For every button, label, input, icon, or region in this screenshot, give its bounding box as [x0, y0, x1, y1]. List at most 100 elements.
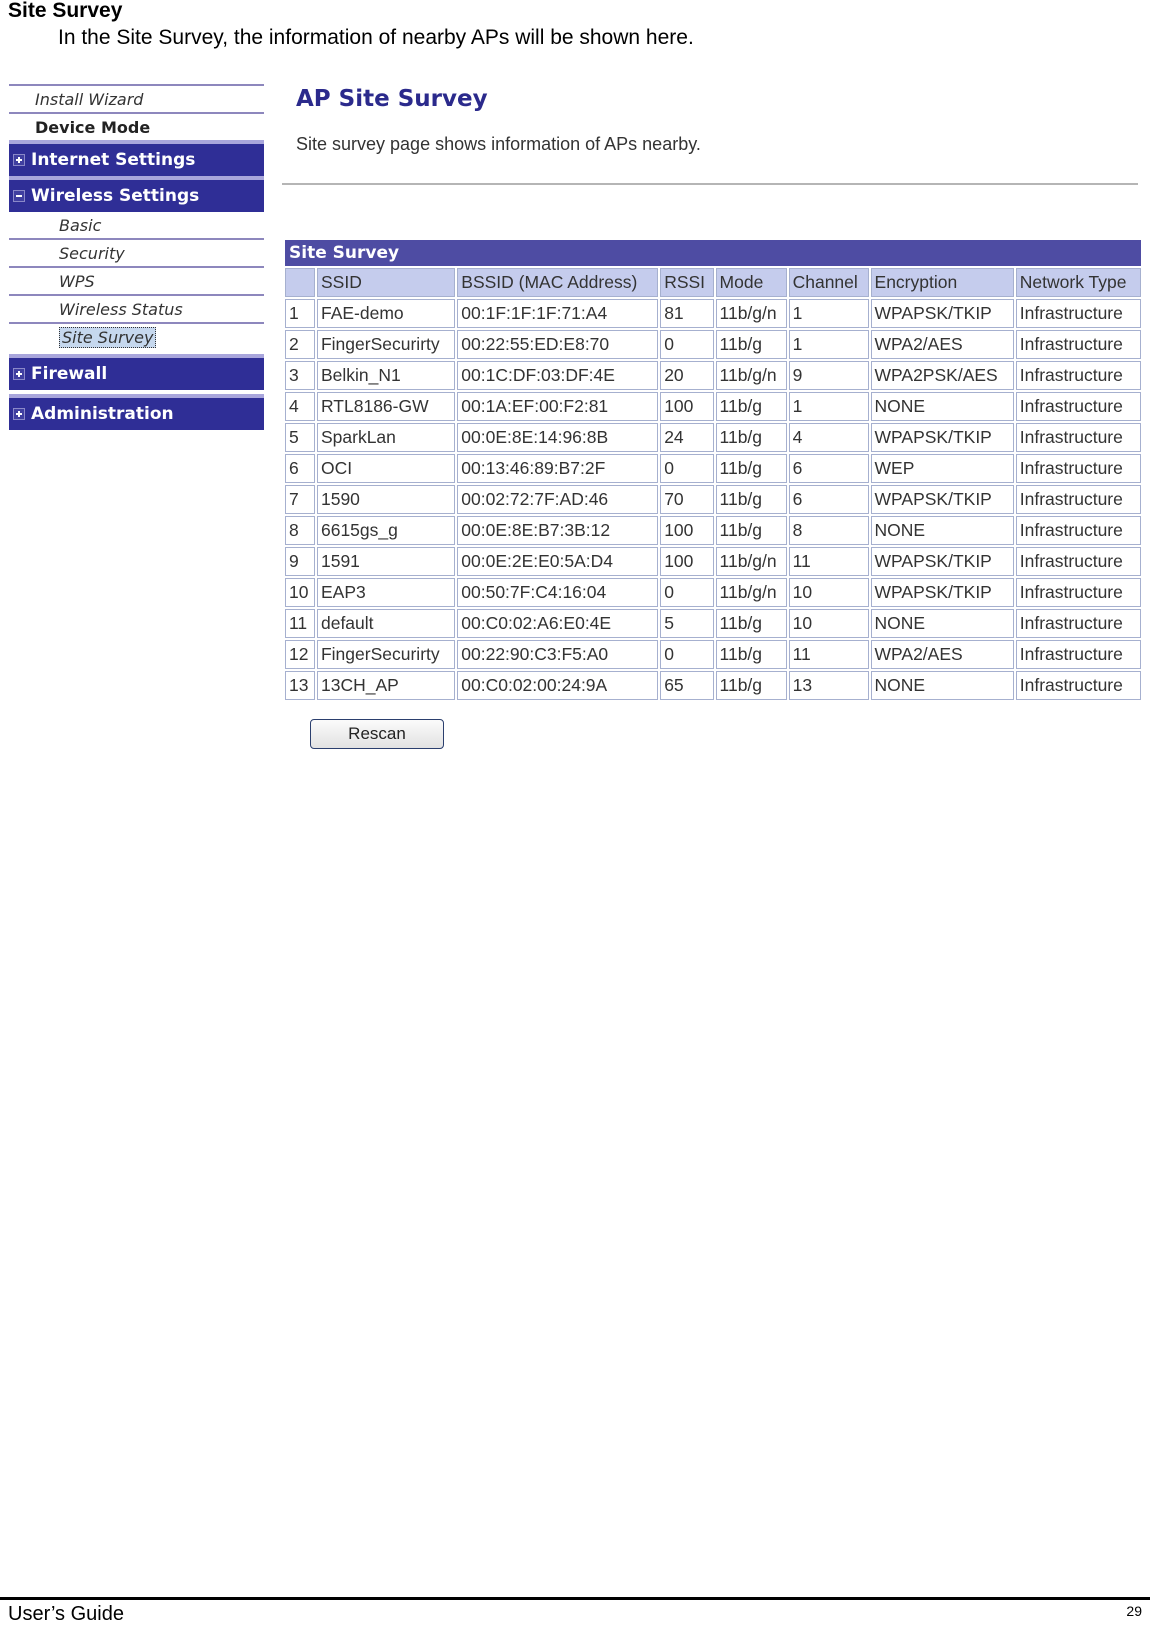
cell-index: 9 — [285, 547, 315, 576]
cell-bssid: 00:C0:02:A6:E0:4E — [457, 609, 659, 638]
cell-mode: 11b/g/n — [715, 547, 787, 576]
cell-rssi: 0 — [660, 454, 714, 483]
cell-rssi: 0 — [660, 578, 714, 607]
sidebar-item-label: Wireless Status — [59, 299, 183, 319]
cell-bssid: 00:50:7F:C4:16:04 — [457, 578, 659, 607]
cell-channel: 1 — [788, 299, 869, 328]
cell-rssi: 0 — [660, 640, 714, 669]
cell-network-type: Infrastructure — [1015, 640, 1141, 669]
sidebar-group-wireless-settings[interactable]: Wireless Settings — [9, 176, 264, 212]
rescan-button[interactable]: Rescan — [310, 719, 444, 749]
cell-network-type: Infrastructure — [1015, 671, 1141, 700]
cell-ssid: 1590 — [316, 485, 456, 514]
cell-index: 12 — [285, 640, 315, 669]
cell-mode: 11b/g — [715, 609, 787, 638]
cell-rssi: 100 — [660, 547, 714, 576]
column-header-channel: Channel — [788, 268, 869, 297]
sidebar-item-device-mode[interactable]: Device Mode — [9, 112, 264, 140]
cell-index: 2 — [285, 330, 315, 359]
cell-index: 3 — [285, 361, 315, 390]
cell-encryption: WEP — [870, 454, 1014, 483]
table-row: 1 FAE-demo 00:1F:1F:1F:71:A4 81 11b/g/n 1 WPAP… — [285, 299, 1141, 328]
cell-encryption: WPAPSK/TKIP — [870, 578, 1014, 607]
cell-encryption: WPAPSK/TKIP — [870, 299, 1014, 328]
site-survey-table: Site Survey SSID BSSID (MAC Address) RSSI M… — [283, 238, 1143, 702]
cell-ssid: FingerSecurirty — [316, 330, 456, 359]
cell-channel: 4 — [788, 423, 869, 452]
cell-ssid: Belkin_N1 — [316, 361, 456, 390]
cell-channel: 11 — [788, 547, 869, 576]
sidebar-item-basic[interactable]: Basic — [9, 212, 264, 238]
sidebar-item-install-wizard[interactable]: Install Wizard — [9, 84, 264, 112]
cell-bssid: 00:1F:1F:1F:71:A4 — [457, 299, 659, 328]
column-header-rssi: RSSI — [660, 268, 714, 297]
divider — [282, 183, 1138, 185]
cell-rssi: 65 — [660, 671, 714, 700]
cell-channel: 11 — [788, 640, 869, 669]
cell-rssi: 100 — [660, 392, 714, 421]
main-panel: AP Site Survey Site survey page shows in… — [282, 84, 1143, 702]
table-row: 10 EAP3 00:50:7F:C4:16:04 0 11b/g/n 10 WPAPSK/… — [285, 578, 1141, 607]
cell-network-type: Infrastructure — [1015, 330, 1141, 359]
cell-mode: 11b/g — [715, 423, 787, 452]
sidebar-group-firewall[interactable]: Firewall — [9, 354, 264, 390]
sidebar-item-label: Basic — [59, 215, 102, 235]
table-row: 11 default 00:C0:02:A6:E0:4E 5 11b/g 10 NONE In… — [285, 609, 1141, 638]
sidebar-group-administration[interactable]: Administration — [9, 394, 264, 430]
cell-ssid: FAE-demo — [316, 299, 456, 328]
footer-divider — [0, 1597, 1150, 1600]
sidebar-item-site-survey[interactable]: Site Survey — [9, 322, 264, 350]
sidebar-item-label: WPS — [59, 271, 95, 291]
table-row: 13 13CH_AP 00:C0:02:00:24:9A 65 11b/g 13 NONE I… — [285, 671, 1141, 700]
cell-encryption: NONE — [870, 392, 1014, 421]
cell-ssid: 6615gs_g — [316, 516, 456, 545]
cell-encryption: WPA2/AES — [870, 640, 1014, 669]
cell-bssid: 00:22:90:C3:F5:A0 — [457, 640, 659, 669]
footer-title: User’s Guide — [8, 1603, 124, 1625]
column-header-bssid: BSSID (MAC Address) — [457, 268, 659, 297]
sidebar-item-wps[interactable]: WPS — [9, 266, 264, 294]
cell-mode: 11b/g — [715, 330, 787, 359]
expand-plus-icon[interactable] — [13, 154, 25, 166]
cell-encryption: WPAPSK/TKIP — [870, 423, 1014, 452]
cell-bssid: 00:0E:8E:B7:3B:12 — [457, 516, 659, 545]
table-row: 7 1590 00:02:72:7F:AD:46 70 11b/g 6 WPAPSK/TKI… — [285, 485, 1141, 514]
cell-encryption: WPA2/AES — [870, 330, 1014, 359]
cell-bssid: 00:13:46:89:B7:2F — [457, 454, 659, 483]
sidebar-group-label: Wireless Settings — [31, 186, 200, 206]
table-row: 12 FingerSecurirty 00:22:90:C3:F5:A0 0 11b/g… — [285, 640, 1141, 669]
page-number: 29 — [1126, 1603, 1142, 1619]
cell-rssi: 5 — [660, 609, 714, 638]
cell-channel: 1 — [788, 330, 869, 359]
cell-index: 13 — [285, 671, 315, 700]
cell-network-type: Infrastructure — [1015, 454, 1141, 483]
expand-plus-icon[interactable] — [13, 408, 25, 420]
cell-channel: 8 — [788, 516, 869, 545]
cell-ssid: 1591 — [316, 547, 456, 576]
cell-encryption: NONE — [870, 516, 1014, 545]
cell-mode: 11b/g/n — [715, 578, 787, 607]
document-intro: In the Site Survey, the information of n… — [58, 26, 694, 49]
cell-bssid: 00:22:55:ED:E8:70 — [457, 330, 659, 359]
sidebar-group-internet-settings[interactable]: Internet Settings — [9, 140, 264, 176]
collapse-minus-icon[interactable] — [13, 190, 25, 202]
table-title: Site Survey — [285, 240, 1141, 266]
wireless-submenu: Basic Security WPS Wireless Status Site … — [9, 212, 264, 350]
cell-rssi: 81 — [660, 299, 714, 328]
column-header-ssid: SSID — [316, 268, 456, 297]
table-row: 9 1591 00:0E:2E:E0:5A:D4 100 11b/g/n 11 WPAPSK… — [285, 547, 1141, 576]
sidebar-item-security[interactable]: Security — [9, 238, 264, 266]
column-header-mode: Mode — [715, 268, 787, 297]
sidebar-group-label: Administration — [31, 404, 174, 424]
sidebar-item-wireless-status[interactable]: Wireless Status — [9, 294, 264, 322]
table-header-row: SSID BSSID (MAC Address) RSSI Mode Channel En… — [285, 268, 1141, 297]
cell-rssi: 100 — [660, 516, 714, 545]
cell-network-type: Infrastructure — [1015, 578, 1141, 607]
table-row: 6 OCI 00:13:46:89:B7:2F 0 11b/g 6 WEP Infrastru… — [285, 454, 1141, 483]
cell-index: 8 — [285, 516, 315, 545]
cell-rssi: 20 — [660, 361, 714, 390]
column-header-index — [285, 268, 315, 297]
cell-network-type: Infrastructure — [1015, 516, 1141, 545]
expand-plus-icon[interactable] — [13, 368, 25, 380]
cell-bssid: 00:0E:2E:E0:5A:D4 — [457, 547, 659, 576]
